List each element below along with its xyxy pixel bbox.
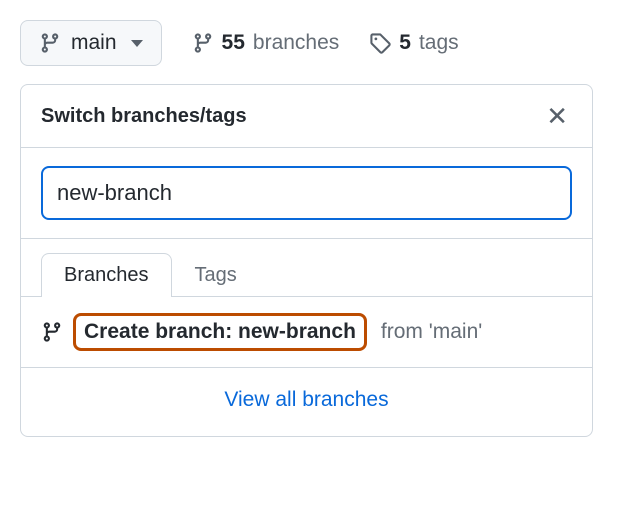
create-branch-highlight: Create branch: new-branch <box>73 313 367 351</box>
create-branch-row[interactable]: Create branch: new-branch from 'main' <box>21 297 592 368</box>
view-all-branches-link[interactable]: View all branches <box>224 388 388 411</box>
git-branch-icon <box>41 321 63 343</box>
tabs: Branches Tags <box>21 239 592 297</box>
repo-toolbar: main 55 branches 5 tags <box>20 20 598 66</box>
close-icon: ✕ <box>546 103 568 129</box>
caret-down-icon <box>131 40 143 47</box>
tab-tags[interactable]: Tags <box>172 253 260 297</box>
input-container <box>21 148 592 239</box>
create-branch-name: new-branch <box>238 320 356 343</box>
git-branch-icon <box>39 32 61 54</box>
popover-header: Switch branches/tags ✕ <box>21 85 592 148</box>
tags-count: 5 <box>399 31 411 55</box>
tags-label: tags <box>419 31 459 55</box>
branch-search-input[interactable] <box>41 166 572 220</box>
tags-link[interactable]: 5 tags <box>369 31 458 55</box>
tab-branches[interactable]: Branches <box>41 253 172 297</box>
view-all-container: View all branches <box>21 368 592 436</box>
branches-label: branches <box>253 31 339 55</box>
popover-title: Switch branches/tags <box>41 105 247 128</box>
branch-selector-button[interactable]: main <box>20 20 162 66</box>
branches-count: 55 <box>222 31 245 55</box>
tag-icon <box>369 32 391 54</box>
from-text: from 'main' <box>381 320 482 344</box>
create-prefix: Create branch: <box>84 320 238 343</box>
branches-link[interactable]: 55 branches <box>192 31 340 55</box>
git-branch-icon <box>192 32 214 54</box>
close-button[interactable]: ✕ <box>542 99 572 133</box>
branch-switcher-popover: Switch branches/tags ✕ Branches Tags Cre… <box>20 84 593 437</box>
current-branch-label: main <box>71 31 117 55</box>
